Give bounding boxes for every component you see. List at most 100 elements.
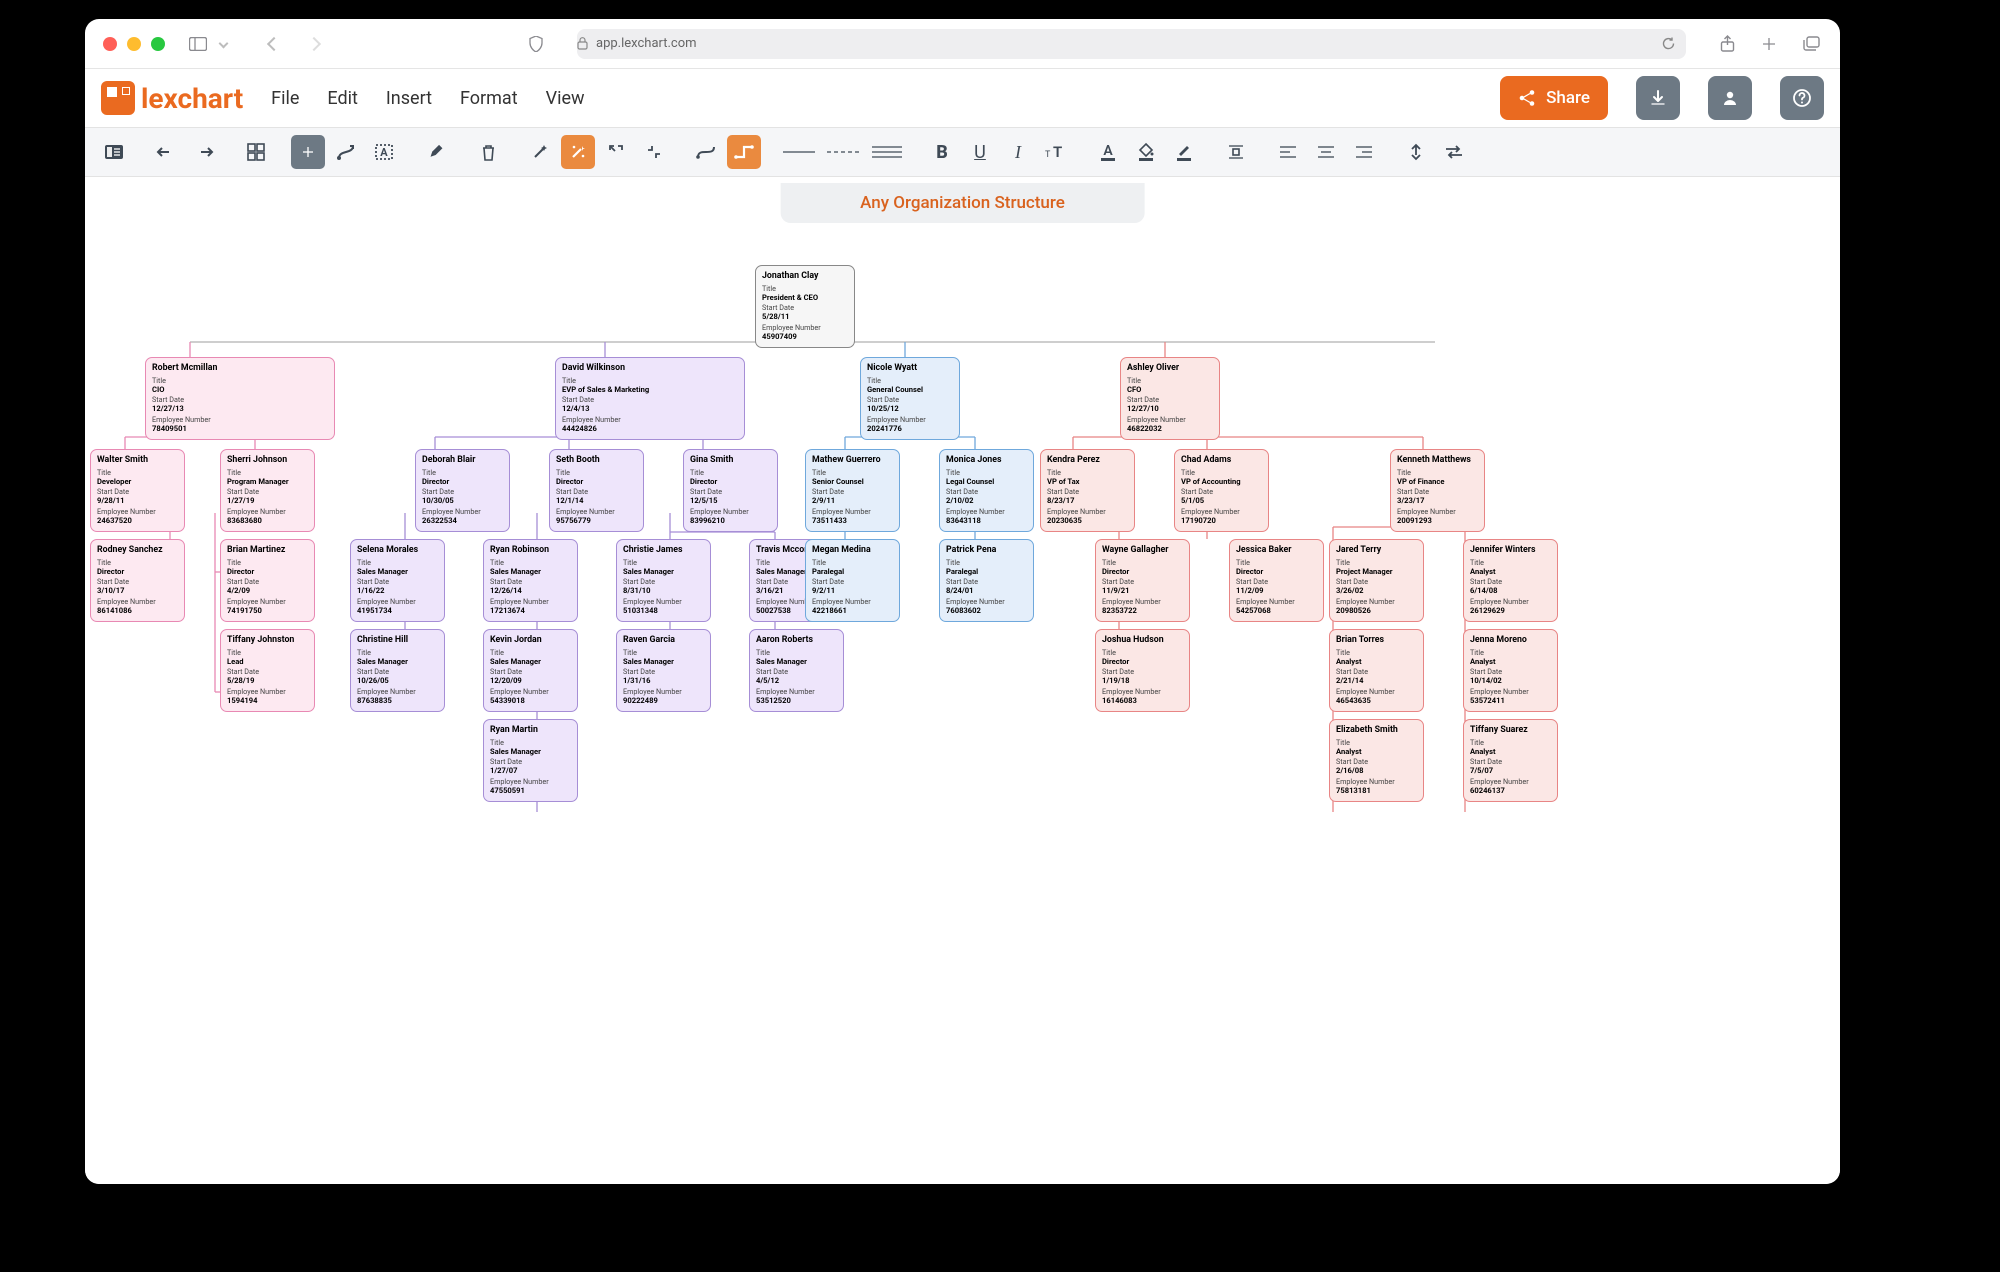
align-right-button[interactable] bbox=[1347, 135, 1381, 169]
help-button[interactable] bbox=[1780, 76, 1824, 120]
org-node[interactable]: Raven GarciaTitleSales ManagerStart Date… bbox=[616, 629, 711, 712]
reload-icon[interactable] bbox=[1661, 36, 1676, 51]
app-logo[interactable]: lexchart bbox=[101, 81, 243, 115]
underline-button[interactable]: U bbox=[963, 135, 997, 169]
italic-button[interactable]: I bbox=[1001, 135, 1035, 169]
line-dashed-button[interactable] bbox=[823, 135, 863, 169]
org-node[interactable]: Ryan MartinTitleSales ManagerStart Date1… bbox=[483, 719, 578, 802]
fill-color-button[interactable] bbox=[1129, 135, 1163, 169]
auto-layout-button[interactable] bbox=[561, 135, 595, 169]
org-node[interactable]: Ashley OliverTitleCFOStart Date12/27/10E… bbox=[1120, 357, 1220, 440]
node-start-label: Start Date bbox=[562, 395, 738, 404]
org-node[interactable]: Rodney SanchezTitleDirectorStart Date3/1… bbox=[90, 539, 185, 622]
redo-button[interactable] bbox=[187, 135, 221, 169]
org-node[interactable]: Robert McmillanTitleCIOStart Date12/27/1… bbox=[145, 357, 335, 440]
collapse-button[interactable] bbox=[637, 135, 671, 169]
node-start: 10/14/02 bbox=[1470, 676, 1551, 685]
chart-canvas[interactable]: Any Organization Structure bbox=[85, 177, 1840, 1184]
grid-button[interactable] bbox=[239, 135, 273, 169]
org-node[interactable]: Jonathan ClayTitlePresident & CEOStart D… bbox=[755, 265, 855, 348]
text-color-button[interactable]: A bbox=[1091, 135, 1125, 169]
org-node[interactable]: Jessica BakerTitleDirectorStart Date11/2… bbox=[1229, 539, 1324, 622]
org-node[interactable]: Mathew GuerreroTitleSenior CounselStart … bbox=[805, 449, 900, 532]
chevron-down-icon[interactable] bbox=[217, 33, 229, 55]
new-tab-icon[interactable] bbox=[1758, 33, 1780, 55]
shield-icon[interactable] bbox=[525, 33, 547, 55]
org-node[interactable]: Sherri JohnsonTitleProgram ManagerStart … bbox=[220, 449, 315, 532]
window-minimize-icon[interactable] bbox=[127, 37, 141, 51]
bold-button[interactable]: B bbox=[925, 135, 959, 169]
org-node[interactable]: Chad AdamsTitleVP of AccountingStart Dat… bbox=[1174, 449, 1269, 532]
bring-front-button[interactable] bbox=[1399, 135, 1433, 169]
window-close-icon[interactable] bbox=[103, 37, 117, 51]
org-node[interactable]: Tiffany JohnstonTitleLeadStart Date5/28/… bbox=[220, 629, 315, 712]
node-emp-label: Employee Number bbox=[490, 777, 571, 786]
menu-edit[interactable]: Edit bbox=[327, 88, 357, 109]
org-node[interactable]: Christie JamesTitleSales ManagerStart Da… bbox=[616, 539, 711, 622]
panel-toggle-button[interactable] bbox=[97, 135, 131, 169]
tabs-overview-icon[interactable] bbox=[1800, 33, 1822, 55]
account-button[interactable] bbox=[1708, 76, 1752, 120]
org-node[interactable]: Ryan RobinsonTitleSales ManagerStart Dat… bbox=[483, 539, 578, 622]
node-title: Paralegal bbox=[812, 567, 893, 576]
org-node[interactable]: Elizabeth SmithTitleAnalystStart Date2/1… bbox=[1329, 719, 1424, 802]
pencil-button[interactable] bbox=[419, 135, 453, 169]
org-node[interactable]: David WilkinsonTitleEVP of Sales & Marke… bbox=[555, 357, 745, 440]
line-solid-button[interactable] bbox=[779, 135, 819, 169]
delete-button[interactable] bbox=[471, 135, 505, 169]
connector-button[interactable] bbox=[329, 135, 363, 169]
node-start-label: Start Date bbox=[1102, 667, 1183, 676]
org-node[interactable]: Jared TerryTitleProject ManagerStart Dat… bbox=[1329, 539, 1424, 622]
org-node[interactable]: Kenneth MatthewsTitleVP of FinanceStart … bbox=[1390, 449, 1485, 532]
share-icon[interactable] bbox=[1716, 33, 1738, 55]
menu-view[interactable]: View bbox=[546, 88, 585, 109]
textbox-button[interactable]: A bbox=[367, 135, 401, 169]
org-node[interactable]: Tiffany SuarezTitleAnalystStart Date7/5/… bbox=[1463, 719, 1558, 802]
undo-button[interactable] bbox=[149, 135, 183, 169]
expand-button[interactable] bbox=[599, 135, 633, 169]
sidebar-toggle-icon[interactable] bbox=[187, 33, 209, 55]
org-node[interactable]: Kendra PerezTitleVP of TaxStart Date8/23… bbox=[1040, 449, 1135, 532]
org-node[interactable]: Brian MartinezTitleDirectorStart Date4/2… bbox=[220, 539, 315, 622]
download-button[interactable] bbox=[1636, 76, 1680, 120]
org-node[interactable]: Jenna MorenoTitleAnalystStart Date10/14/… bbox=[1463, 629, 1558, 712]
align-left-button[interactable] bbox=[1271, 135, 1305, 169]
add-node-button[interactable] bbox=[291, 135, 325, 169]
node-start-label: Start Date bbox=[867, 395, 953, 404]
org-node[interactable]: Deborah BlairTitleDirectorStart Date10/3… bbox=[415, 449, 510, 532]
org-node[interactable]: Nicole WyattTitleGeneral CounselStart Da… bbox=[860, 357, 960, 440]
org-node[interactable]: Joshua HudsonTitleDirectorStart Date1/19… bbox=[1095, 629, 1190, 712]
node-start-label: Start Date bbox=[1336, 667, 1417, 676]
menu-format[interactable]: Format bbox=[460, 88, 518, 109]
org-node[interactable]: Megan MedinaTitleParalegalStart Date9/2/… bbox=[805, 539, 900, 622]
org-node[interactable]: Kevin JordanTitleSales ManagerStart Date… bbox=[483, 629, 578, 712]
line-elbow-button[interactable] bbox=[727, 135, 761, 169]
org-node[interactable]: Brian TorresTitleAnalystStart Date2/21/1… bbox=[1329, 629, 1424, 712]
line-curve-button[interactable] bbox=[689, 135, 723, 169]
org-node[interactable]: Walter SmithTitleDeveloperStart Date9/28… bbox=[90, 449, 185, 532]
swap-button[interactable] bbox=[1437, 135, 1471, 169]
org-node[interactable]: Selena MoralesTitleSales ManagerStart Da… bbox=[350, 539, 445, 622]
url-bar[interactable]: app.lexchart.com bbox=[577, 29, 1686, 59]
org-node[interactable]: Seth BoothTitleDirectorStart Date12/1/14… bbox=[549, 449, 644, 532]
share-button[interactable]: Share bbox=[1500, 76, 1608, 120]
org-node[interactable]: Monica JonesTitleLegal CounselStart Date… bbox=[939, 449, 1034, 532]
org-node[interactable]: Patrick PenaTitleParalegalStart Date8/24… bbox=[939, 539, 1034, 622]
org-node[interactable]: Jennifer WintersTitleAnalystStart Date6/… bbox=[1463, 539, 1558, 622]
menu-file[interactable]: File bbox=[271, 88, 299, 109]
nav-forward-button[interactable] bbox=[303, 33, 325, 55]
magic-wand-button[interactable] bbox=[523, 135, 557, 169]
distribute-button[interactable] bbox=[1219, 135, 1253, 169]
svg-text:T: T bbox=[1053, 144, 1062, 160]
align-center-button[interactable] bbox=[1309, 135, 1343, 169]
org-node[interactable]: Christine HillTitleSales ManagerStart Da… bbox=[350, 629, 445, 712]
text-size-button[interactable]: TT bbox=[1039, 135, 1073, 169]
org-node[interactable]: Gina SmithTitleDirectorStart Date12/5/15… bbox=[683, 449, 778, 532]
line-weight-button[interactable] bbox=[867, 135, 907, 169]
nav-back-button[interactable] bbox=[263, 33, 285, 55]
menu-insert[interactable]: Insert bbox=[386, 88, 432, 109]
border-color-button[interactable] bbox=[1167, 135, 1201, 169]
org-node[interactable]: Aaron RobertsTitleSales ManagerStart Dat… bbox=[749, 629, 844, 712]
window-zoom-icon[interactable] bbox=[151, 37, 165, 51]
org-node[interactable]: Wayne GallagherTitleDirectorStart Date11… bbox=[1095, 539, 1190, 622]
